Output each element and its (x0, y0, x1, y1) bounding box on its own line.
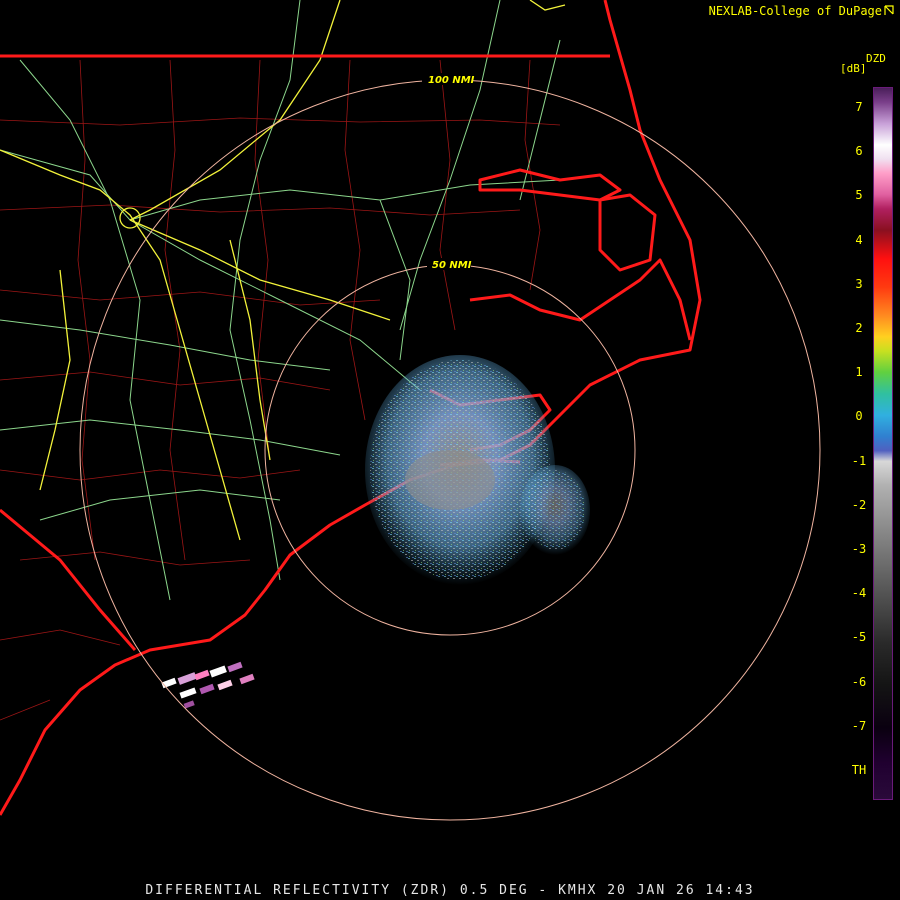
legend-tick-label: 2 (855, 321, 863, 335)
legend-tick-label: -6 (851, 674, 867, 689)
legend-tick-label: 4 (855, 232, 863, 247)
radar-echoes (161, 355, 590, 709)
credit-text: NEXLAB-College of DuPage (708, 4, 882, 18)
legend-tick-label: 5 (855, 188, 863, 203)
legend-tick-label: -3 (851, 542, 867, 556)
legend-tick-label: -2 (851, 497, 867, 512)
range-ring-label-50: 50 NMI (432, 260, 472, 271)
legend-tick-label: TH (851, 763, 867, 777)
legend-tick-label: -7 (851, 718, 867, 733)
radar-map: 100 NMI 50 NMI (0, 0, 821, 821)
range-ring-label-100: 100 NMI (428, 75, 475, 86)
legend-title: DZD (866, 52, 886, 65)
legend-tick-label: 1 (855, 365, 863, 380)
credit-label: NEXLAB-College of DuPage (709, 4, 894, 18)
legend-tick-label: -5 (851, 630, 867, 645)
coastline (0, 0, 702, 816)
legend-tick-label: -4 (851, 586, 867, 601)
legend-tick-label: 6 (855, 144, 863, 159)
legend-tick-label: 7 (855, 100, 863, 114)
state-borders (0, 54, 610, 651)
product-footer: DIFFERENTIAL REFLECTIVITY (ZDR) 0.5 DEG … (145, 883, 755, 898)
legend-tick-label: 0 (855, 409, 863, 424)
legend-tick-label: 3 (855, 276, 863, 291)
legend-tick-label: -1 (851, 453, 867, 468)
color-scale-bar (873, 87, 893, 800)
cursor-arrow-icon (884, 5, 894, 15)
legend-unit: [dB] (840, 62, 867, 75)
clutter-echo (161, 661, 255, 709)
